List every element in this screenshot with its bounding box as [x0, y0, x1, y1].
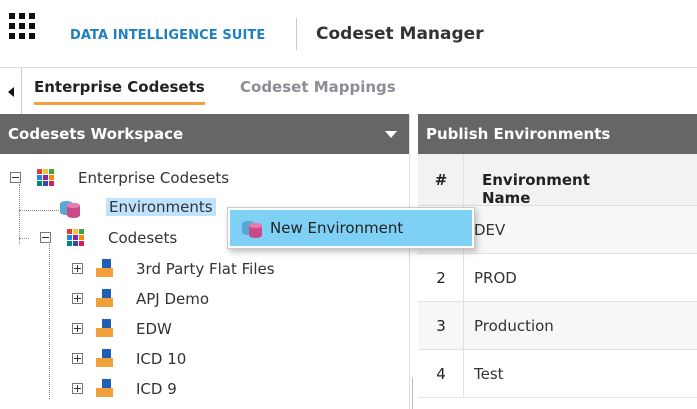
- tree-node-label: ICD 10: [136, 350, 187, 368]
- tree-node-label: Environments: [106, 198, 216, 216]
- environment-icon: [96, 379, 116, 399]
- tree-node-label: Enterprise Codesets: [78, 169, 230, 187]
- expand-icon[interactable]: [72, 383, 83, 394]
- header-divider: [296, 18, 297, 50]
- codesets-tree: Enterprise Codesets Environments Codeset…: [0, 154, 409, 409]
- new-environment-menu-item[interactable]: New Environment: [230, 210, 472, 246]
- codeset-group-icon: [67, 229, 85, 247]
- tree-node-edw[interactable]: EDW: [72, 317, 372, 341]
- codesets-workspace-header: Codesets Workspace: [0, 114, 409, 154]
- environment-icon: [96, 289, 116, 309]
- workspace-title: Codesets Workspace: [8, 125, 184, 143]
- database-icon: [60, 198, 82, 218]
- collapse-icon[interactable]: [40, 232, 51, 243]
- app-launcher-icon[interactable]: [9, 13, 35, 39]
- codeset-group-icon: [37, 169, 55, 187]
- expand-icon[interactable]: [72, 263, 83, 274]
- tree-connector: [19, 210, 59, 211]
- publish-environments-header: Publish Environments: [418, 114, 697, 154]
- environment-icon: [96, 259, 116, 279]
- database-icon: [242, 218, 264, 238]
- panel-splitter[interactable]: [409, 114, 411, 409]
- environment-icon: [96, 319, 116, 339]
- table-row[interactable]: 3 Production: [418, 302, 697, 350]
- menu-item-label: New Environment: [270, 219, 404, 237]
- tab-scroll-left-button[interactable]: [0, 68, 22, 114]
- tab-enterprise-codesets[interactable]: Enterprise Codesets: [34, 78, 205, 105]
- tree-node-label: Codesets: [108, 229, 178, 247]
- row-number-cell: 2: [418, 254, 464, 301]
- tree-node-enterprise-codesets[interactable]: Enterprise Codesets: [10, 166, 310, 190]
- app-title[interactable]: DATA INTELLIGENCE SUITE: [70, 28, 265, 43]
- app-header: DATA INTELLIGENCE SUITE Codeset Manager: [0, 0, 697, 68]
- tree-node-label: EDW: [136, 320, 172, 338]
- tree-connector: [19, 238, 29, 239]
- column-header-number[interactable]: #: [418, 154, 464, 205]
- tab-bar: Enterprise Codesets Codeset Mappings: [0, 68, 697, 114]
- tree-connector: [49, 244, 50, 399]
- expand-icon[interactable]: [72, 323, 83, 334]
- tree-node-label: ICD 9: [136, 380, 177, 398]
- collapse-icon[interactable]: [10, 172, 21, 183]
- tree-node-label: APJ Demo: [136, 290, 210, 308]
- module-title: Codeset Manager: [316, 24, 484, 44]
- tree-node-icd-10[interactable]: ICD 10: [72, 347, 372, 371]
- environment-icon: [96, 349, 116, 369]
- row-number-cell: 4: [418, 350, 464, 397]
- context-menu: New Environment: [227, 207, 475, 249]
- grid-header-row: # Environment Name: [418, 154, 697, 207]
- chevron-down-icon[interactable]: [385, 131, 397, 138]
- row-number-cell: 3: [418, 302, 464, 349]
- tree-node-label: 3rd Party Flat Files: [136, 260, 275, 278]
- tree-node-environments[interactable]: Environments: [60, 196, 240, 220]
- tree-connector: [19, 184, 20, 244]
- expand-icon[interactable]: [72, 353, 83, 364]
- table-row[interactable]: 2 PROD: [418, 254, 697, 302]
- tree-scrollbar[interactable]: [412, 378, 413, 409]
- tree-node-3rd-party-flat-files[interactable]: 3rd Party Flat Files: [72, 257, 372, 281]
- tree-node-apj-demo[interactable]: APJ Demo: [72, 287, 372, 311]
- tree-node-codesets[interactable]: Codesets: [40, 226, 240, 250]
- publish-panel-title: Publish Environments: [426, 125, 611, 143]
- tree-node-icd-9[interactable]: ICD 9: [72, 377, 372, 401]
- tab-codeset-mappings[interactable]: Codeset Mappings: [240, 78, 396, 102]
- table-row[interactable]: 4 Test: [418, 350, 697, 398]
- expand-icon[interactable]: [72, 293, 83, 304]
